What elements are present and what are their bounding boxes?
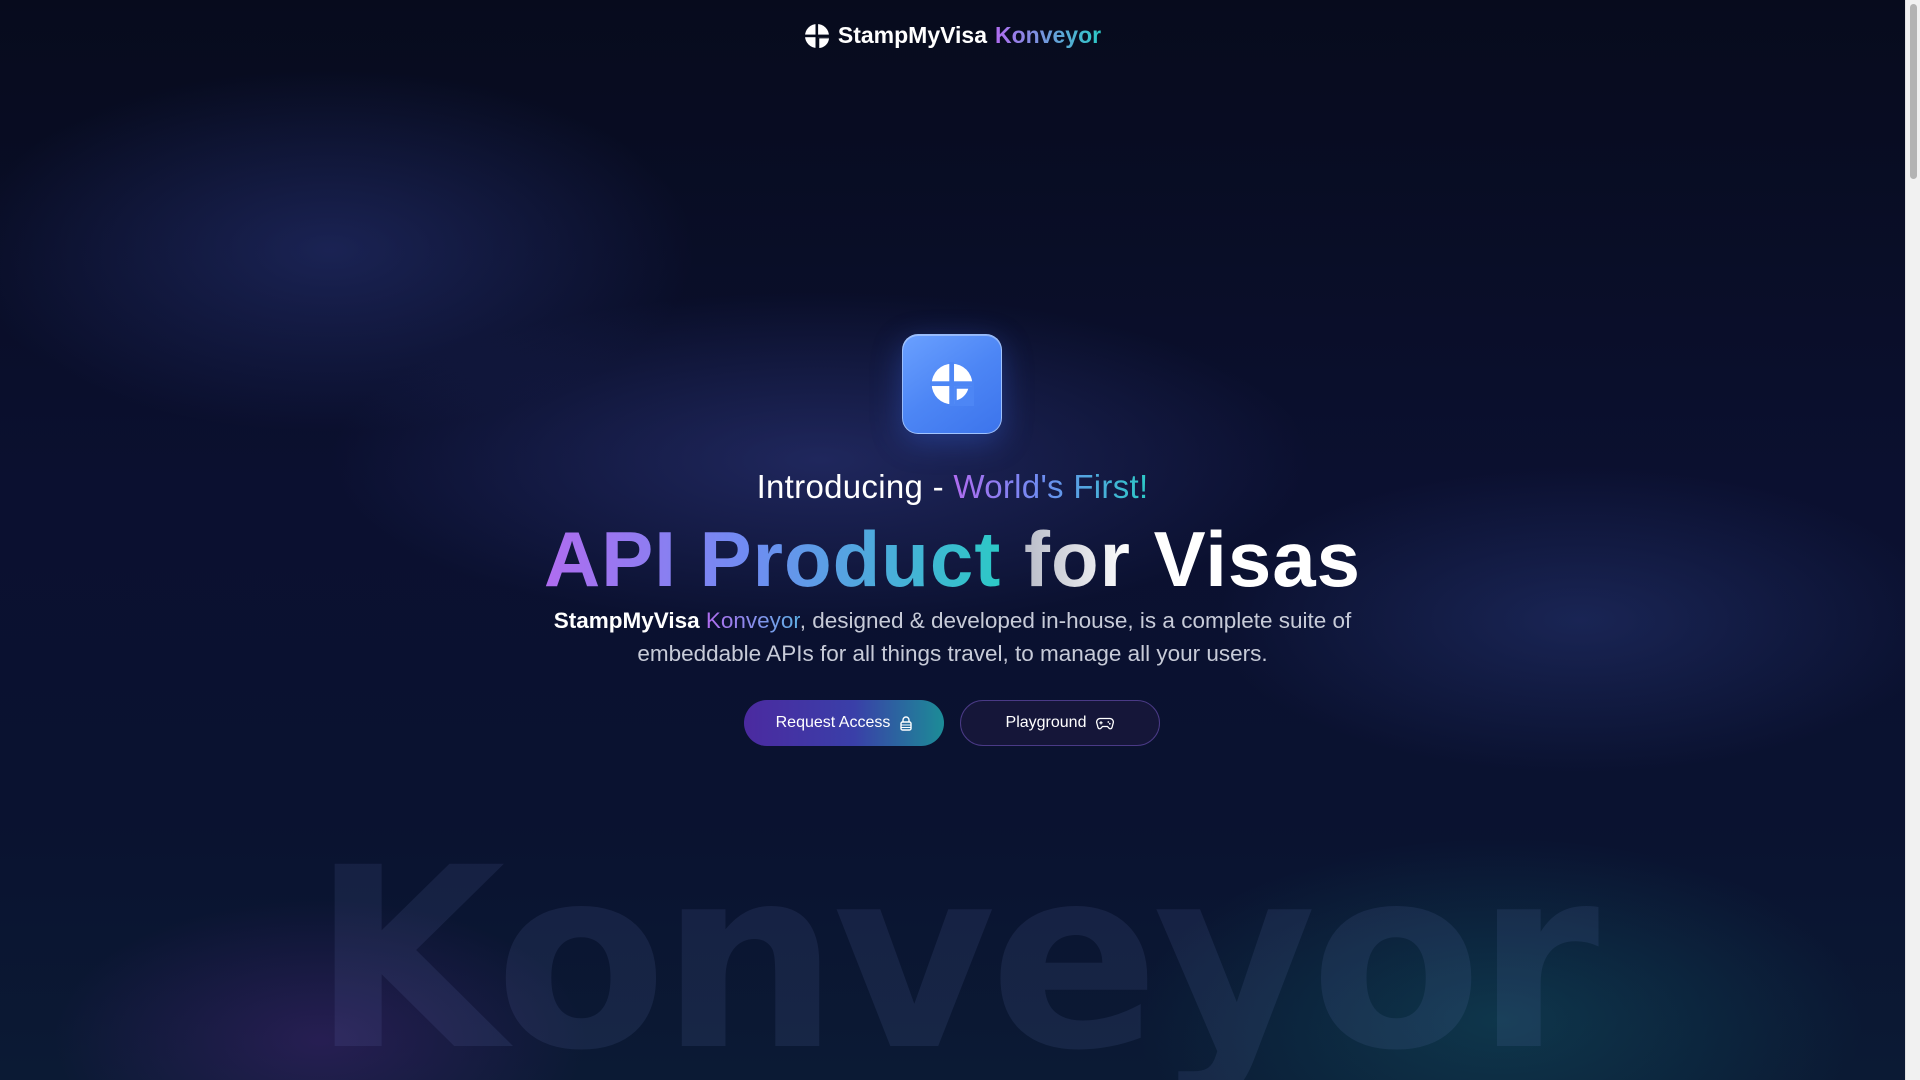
stampmyvisa-logo-icon (803, 22, 830, 49)
intro-heading: Introducing - World's First! (0, 468, 1905, 506)
nav-brand: StampMyVisa (837, 22, 988, 48)
app-icon (902, 334, 1002, 434)
desc-accent: Konveyor (705, 608, 800, 633)
lock-icon (900, 715, 913, 731)
playground-label: Playground (1005, 714, 1087, 731)
page-title: API Product for Visas (0, 515, 1905, 603)
headline-end: Visas (1153, 515, 1362, 603)
headline-gradient: API Product (543, 515, 1002, 603)
desc-line2: embeddable APIs for all things travel, t… (637, 641, 1268, 666)
intro-highlight: World's First! (953, 468, 1149, 505)
headline-for: for (1023, 515, 1131, 603)
hero-description: StampMyVisa Konveyor, designed & develop… (0, 604, 1905, 670)
vertical-scrollbar[interactable] (1905, 0, 1920, 1080)
desc-brand: StampMyVisa (553, 608, 700, 633)
intro-prefix: Introducing - (756, 468, 954, 505)
background-watermark: Konveyor (311, 814, 1600, 1080)
request-access-label: Request Access (775, 714, 891, 731)
request-access-button[interactable]: Request Access (744, 700, 944, 746)
nav-brand-accent: Konveyor (995, 22, 1102, 48)
nav-logo[interactable]: StampMyVisa Konveyor (0, 22, 1905, 49)
playground-button[interactable]: Playground (960, 700, 1160, 746)
scrollbar-thumb[interactable] (1910, 4, 1917, 179)
gamepad-icon (1096, 717, 1115, 729)
desc-line1: , designed & developed in-house, is a co… (799, 608, 1352, 633)
stampmyvisa-logo-icon (930, 362, 974, 406)
